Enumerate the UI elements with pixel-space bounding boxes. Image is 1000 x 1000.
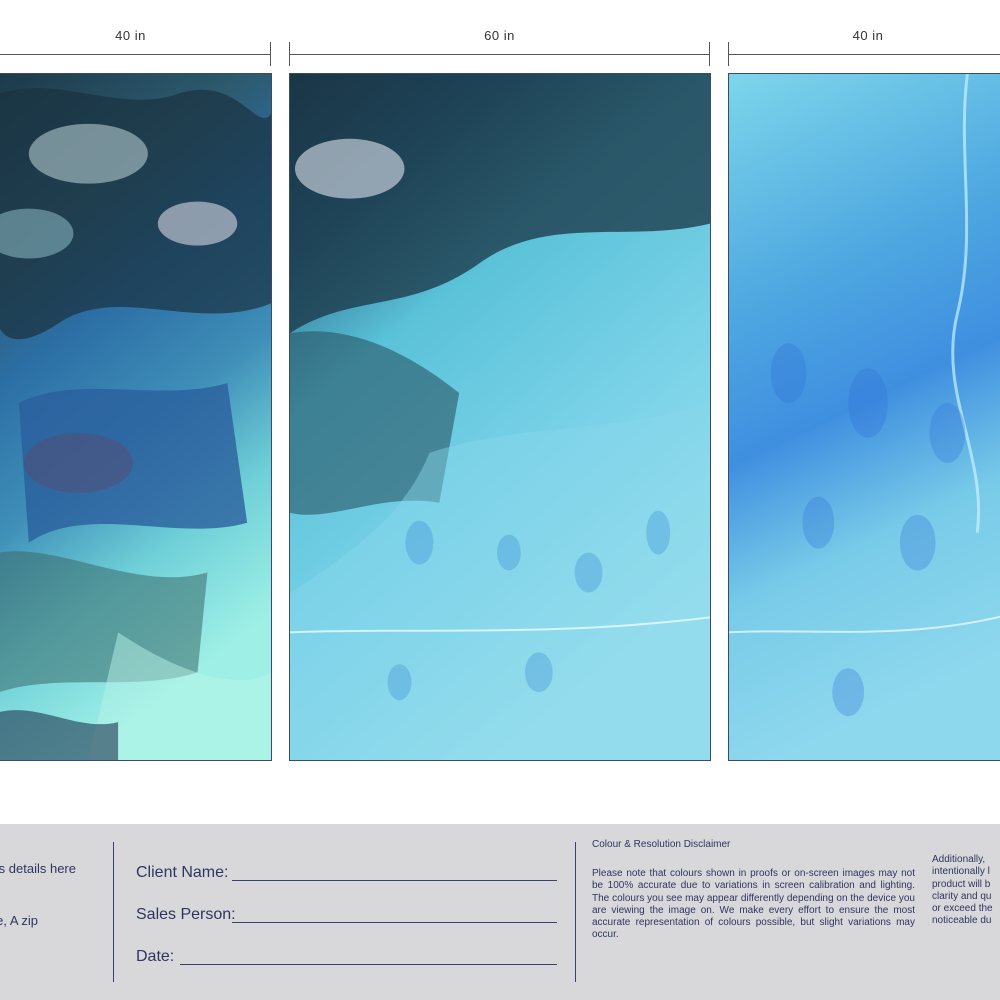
- disclaimer-continued: Additionally, intentionally l product wi…: [932, 854, 1000, 928]
- date-field[interactable]: Date:: [136, 948, 557, 966]
- panel-left: [0, 73, 272, 761]
- panel-center: [289, 73, 711, 761]
- disclaimer-line: Additionally,: [932, 854, 986, 865]
- dimension-right-tick: [728, 42, 729, 66]
- dimension-center-label: 60 in: [484, 28, 515, 43]
- dimension-right-label: 40 in: [852, 28, 884, 43]
- disclaimer-line: or exceed the: [932, 903, 993, 915]
- contact-line: e, A zip: [0, 913, 38, 928]
- disclaimer-line: intentionally l: [932, 866, 990, 878]
- sales-person-line: [232, 922, 557, 923]
- dimension-left: 40 in: [0, 28, 271, 66]
- date-label: Date:: [136, 948, 175, 965]
- sales-person-field[interactable]: Sales Person:: [136, 906, 557, 924]
- footer: s details here e, A zip Client Name: Sal…: [0, 824, 1000, 1000]
- footer-divider-right: [575, 842, 576, 982]
- panel-right: [728, 73, 1000, 761]
- client-name-line: [232, 880, 557, 881]
- disclaimer-body: Please note that colours shown in proofs…: [592, 868, 915, 941]
- onyx-texture-right: [729, 74, 1000, 760]
- onyx-texture-center: [290, 74, 710, 760]
- client-name-label: Client Name:: [136, 864, 229, 881]
- onyx-texture-left: [0, 74, 271, 760]
- sales-person-label: Sales Person:: [136, 906, 236, 923]
- dimension-left-label: 40 in: [115, 28, 146, 43]
- disclaimer-line: clarity and qu: [932, 890, 992, 902]
- disclaimer-line: product will b: [932, 878, 991, 890]
- dimension-left-tick: [270, 42, 271, 66]
- dimension-center-line: [289, 54, 710, 55]
- dimension-left-line: [0, 54, 271, 55]
- dimension-center-tick-left: [289, 42, 290, 66]
- dimension-center: 60 in: [289, 28, 710, 66]
- footer-divider-left: [113, 842, 114, 982]
- date-line: [180, 964, 557, 965]
- dimension-right-line: [728, 54, 1000, 55]
- dimension-center-tick-right: [709, 42, 710, 66]
- disclaimer-line: noticeable du: [932, 915, 992, 927]
- dimension-right: 40 in: [728, 28, 1000, 66]
- disclaimer-title: Colour & Resolution Disclaimer: [592, 839, 731, 850]
- contact-line: s details here: [0, 861, 76, 876]
- client-name-field[interactable]: Client Name:: [136, 864, 557, 882]
